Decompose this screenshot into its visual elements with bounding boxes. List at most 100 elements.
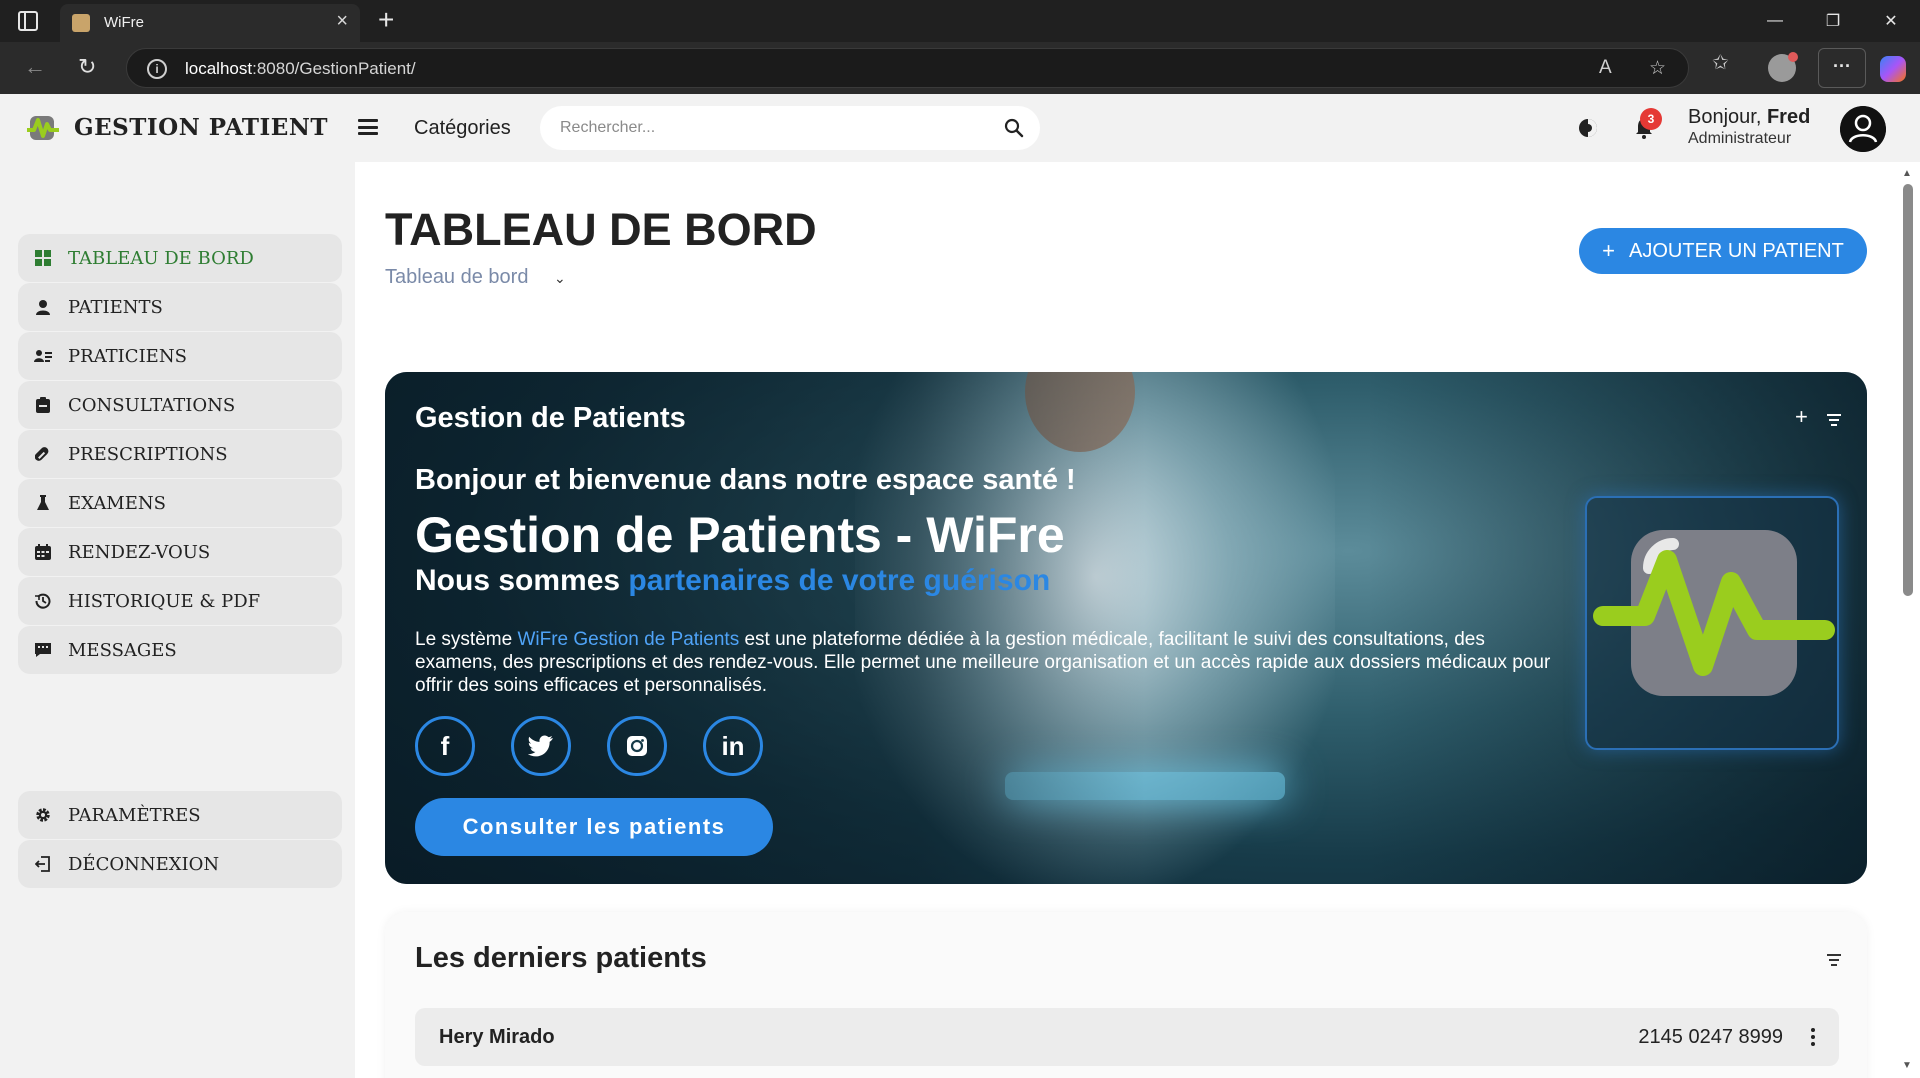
sidebar-item-label: PRESCRIPTIONS bbox=[68, 443, 228, 465]
avatar[interactable] bbox=[1840, 106, 1886, 152]
plus-icon[interactable]: + bbox=[1795, 404, 1808, 430]
tab-sidebar-icon[interactable] bbox=[18, 11, 38, 31]
wifre-logo-card bbox=[1585, 496, 1839, 750]
clipboard-icon bbox=[34, 396, 52, 414]
sidebar-item-historique[interactable]: HISTORIQUE & PDF bbox=[18, 577, 342, 625]
hamburger-menu-icon[interactable] bbox=[358, 119, 378, 135]
favorite-star-icon[interactable]: ☆ bbox=[1649, 57, 1666, 80]
sidebar-item-examens[interactable]: EXAMENS bbox=[18, 479, 342, 527]
filter-icon[interactable] bbox=[1827, 414, 1841, 429]
minimize-icon[interactable]: — bbox=[1746, 0, 1804, 42]
kebab-menu-icon[interactable] bbox=[1811, 1028, 1815, 1049]
sidebar-item-label: CONSULTATIONS bbox=[68, 394, 236, 416]
gear-icon bbox=[34, 806, 52, 824]
sidebar-item-label: PARAMÈTRES bbox=[68, 804, 201, 826]
plus-icon: + bbox=[1602, 238, 1616, 263]
chevron-down-icon: ⌄ bbox=[554, 270, 566, 286]
search-input[interactable] bbox=[560, 106, 980, 150]
favicon-icon bbox=[72, 14, 90, 32]
sidebar-item-label: PRATICIENS bbox=[68, 345, 187, 367]
sidebar-item-label: HISTORIQUE & PDF bbox=[68, 590, 261, 612]
user-greeting: Bonjour, Fred bbox=[1688, 106, 1811, 128]
brand-title: GESTION PATIENT bbox=[74, 114, 328, 141]
hero-description: Le système WiFre Gestion de Patients est… bbox=[415, 629, 1551, 696]
app-header: GESTION PATIENT Catégories 3 Bonjour, Fr… bbox=[0, 94, 1920, 162]
tab-title: WiFre bbox=[104, 14, 144, 31]
scroll-up-icon[interactable]: ▲ bbox=[1902, 168, 1912, 179]
grid-icon bbox=[34, 249, 52, 267]
scrollbar[interactable]: ▲ ▼ bbox=[1895, 162, 1920, 1078]
instagram-icon[interactable] bbox=[607, 716, 667, 776]
back-icon[interactable]: ← bbox=[24, 54, 46, 80]
categories-link[interactable]: Catégories bbox=[414, 117, 511, 140]
calendar-icon bbox=[34, 543, 52, 561]
hero-headline: Gestion de Patients - WiFre bbox=[415, 507, 1065, 563]
close-window-icon[interactable]: ✕ bbox=[1862, 0, 1920, 42]
message-icon bbox=[34, 641, 52, 659]
user-name: Fred bbox=[1766, 106, 1811, 128]
history-icon bbox=[34, 592, 52, 610]
theme-toggle-icon[interactable] bbox=[1576, 116, 1600, 140]
patient-phone: 2145 0247 8999 bbox=[1638, 1026, 1783, 1048]
sidebar-item-label: TABLEAU DE BORD bbox=[68, 247, 254, 269]
app-viewport: GESTION PATIENT Catégories 3 Bonjour, Fr… bbox=[0, 94, 1920, 1078]
scrollbar-thumb[interactable] bbox=[1903, 184, 1913, 596]
sidebar-item-patients[interactable]: PATIENTS bbox=[18, 283, 342, 331]
facebook-icon[interactable]: f bbox=[415, 716, 475, 776]
main-content: TABLEAU DE BORD Tableau de bord ⌄ + AJOU… bbox=[355, 162, 1895, 1078]
url-field[interactable]: i localhost:8080/GestionPatient/ A ☆ bbox=[126, 48, 1689, 88]
favorites-icon[interactable]: ✩ bbox=[1712, 50, 1729, 75]
sidebar-item-label: MESSAGES bbox=[68, 639, 177, 661]
filter-icon[interactable] bbox=[1827, 954, 1841, 969]
sidebar-item-deconnexion[interactable]: DÉCONNEXION bbox=[18, 840, 342, 888]
page-title: TABLEAU DE BORD bbox=[385, 204, 817, 255]
window-controls: — ❐ ✕ bbox=[1746, 0, 1920, 42]
breadcrumb-label: Tableau de bord bbox=[385, 266, 529, 288]
sidebar-item-prescriptions[interactable]: PRESCRIPTIONS bbox=[18, 430, 342, 478]
search-box bbox=[540, 106, 1040, 150]
copilot-icon[interactable] bbox=[1880, 56, 1906, 82]
linkedin-icon[interactable]: in bbox=[703, 716, 763, 776]
sidebar-item-parametres[interactable]: PARAMÈTRES bbox=[18, 791, 342, 839]
sidebar-item-consultations[interactable]: CONSULTATIONS bbox=[18, 381, 342, 429]
breadcrumb[interactable]: Tableau de bord ⌄ bbox=[385, 266, 566, 289]
restore-icon[interactable]: ❐ bbox=[1804, 0, 1862, 42]
sidebar-item-praticiens[interactable]: PRATICIENS bbox=[18, 332, 342, 380]
twitter-icon[interactable] bbox=[511, 716, 571, 776]
close-tab-icon[interactable]: × bbox=[336, 10, 348, 33]
logout-icon bbox=[34, 855, 52, 873]
user-icon bbox=[34, 298, 52, 316]
sidebar-item-tableau-de-bord[interactable]: TABLEAU DE BORD bbox=[18, 234, 342, 282]
card-title: Les derniers patients bbox=[415, 942, 707, 974]
reload-icon[interactable]: ↻ bbox=[78, 54, 96, 80]
social-links: f in bbox=[415, 716, 799, 776]
search-icon[interactable] bbox=[1004, 118, 1024, 138]
id-card-icon bbox=[34, 347, 52, 365]
address-bar: ← ↻ i localhost:8080/GestionPatient/ A ☆… bbox=[0, 42, 1920, 94]
sidebar-item-rendez-vous[interactable]: RENDEZ-VOUS bbox=[18, 528, 342, 576]
read-aloud-icon[interactable]: A bbox=[1599, 57, 1612, 79]
url-text: localhost:8080/GestionPatient/ bbox=[185, 59, 416, 78]
sidebar: TABLEAU DE BORD PATIENTS PRATICIENS CONS… bbox=[0, 162, 355, 1078]
table-row[interactable]: Hery Mirado 2145 0247 8999 bbox=[415, 1008, 1839, 1066]
hero-tagline: Nous sommes partenaires de votre guériso… bbox=[415, 564, 1051, 597]
add-patient-button[interactable]: + AJOUTER UN PATIENT bbox=[1579, 228, 1867, 274]
sidebar-item-label: EXAMENS bbox=[68, 492, 166, 514]
browser-profile-icon[interactable] bbox=[1768, 52, 1798, 82]
add-patient-label: AJOUTER UN PATIENT bbox=[1629, 239, 1844, 262]
site-info-icon[interactable]: i bbox=[147, 59, 167, 79]
consult-patients-button[interactable]: Consulter les patients bbox=[415, 798, 773, 856]
more-options-icon[interactable]: ··· bbox=[1818, 48, 1866, 88]
pill-icon bbox=[34, 445, 52, 463]
scroll-down-icon[interactable]: ▼ bbox=[1902, 1060, 1912, 1071]
latest-patients-card: Les derniers patients Hery Mirado 2145 0… bbox=[385, 912, 1867, 1078]
user-role: Administrateur bbox=[1688, 130, 1792, 147]
patient-name: Hery Mirado bbox=[439, 1026, 555, 1048]
browser-tabbar: WiFre × + — ❐ ✕ bbox=[0, 0, 1920, 42]
notification-badge: 3 bbox=[1640, 108, 1662, 130]
sidebar-item-label: RENDEZ-VOUS bbox=[68, 541, 211, 563]
new-tab-icon[interactable]: + bbox=[378, 4, 394, 36]
sidebar-item-messages[interactable]: MESSAGES bbox=[18, 626, 342, 674]
flask-icon bbox=[34, 494, 52, 512]
browser-tab[interactable]: WiFre × bbox=[60, 4, 360, 42]
